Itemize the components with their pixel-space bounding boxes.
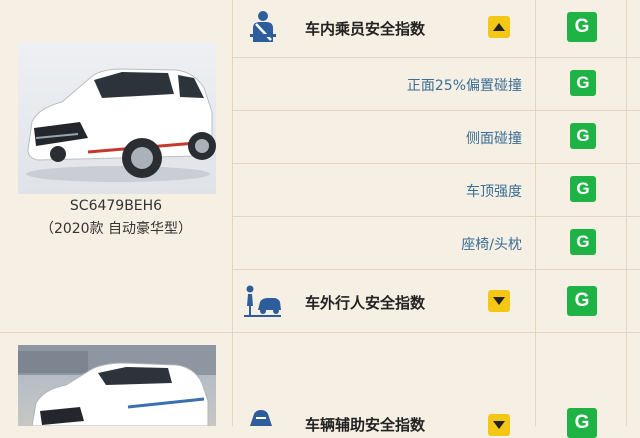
- test-side-impact-label: 侧面碰撞: [466, 131, 522, 147]
- divider: [0, 332, 640, 333]
- divider: [232, 269, 640, 270]
- test-seat-headrest-rating: G: [570, 229, 596, 255]
- test-seat-headrest-label: 座椅/头枕: [461, 237, 522, 253]
- pedestrian-rating-badge: G: [567, 286, 597, 316]
- test-frontal-offset-label: 正面25%偏置碰撞: [406, 78, 522, 94]
- vehicle-photo: [18, 345, 216, 426]
- divider: [232, 163, 640, 164]
- divider: [232, 216, 640, 217]
- pedestrian-safety-label: 车外行人安全指数: [305, 294, 426, 312]
- vehicle-model-trim: （2020款 自动豪华型）: [39, 221, 193, 237]
- test-frontal-offset-rating: G: [570, 70, 596, 96]
- divider: [232, 57, 640, 58]
- divider: [535, 0, 536, 426]
- divider: [626, 0, 627, 426]
- test-roof-strength-rating: G: [570, 176, 596, 202]
- test-side-impact-rating: G: [570, 123, 596, 149]
- assist-rating-badge: G: [567, 408, 597, 438]
- vehicle-model-code: SC6479BEH6: [69, 198, 163, 214]
- vehicle-photo: [18, 42, 216, 194]
- divider: [232, 0, 233, 426]
- occupant-rating-badge: G: [567, 12, 597, 42]
- divider: [232, 110, 640, 111]
- trend-down-icon: [488, 290, 510, 312]
- trend-up-icon: [488, 16, 510, 38]
- pedestrian-car-icon: [242, 284, 282, 322]
- occupant-safety-label: 车内乘员安全指数: [305, 20, 426, 38]
- test-roof-strength-label: 车顶强度: [466, 184, 522, 200]
- trend-down-icon: [488, 414, 510, 436]
- assist-safety-label: 车辆辅助安全指数: [305, 416, 426, 434]
- rating-table: SC6479BEH6 （2020款 自动豪华型） 车内乘员安全指数 G 正面25…: [0, 0, 640, 438]
- driver-assist-icon: [246, 406, 276, 430]
- seatbelt-occupant-icon: [248, 10, 278, 48]
